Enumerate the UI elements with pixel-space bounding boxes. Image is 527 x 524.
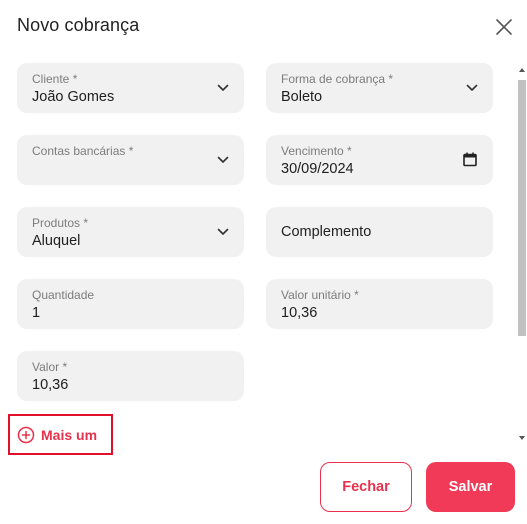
add-more-label: Mais um — [41, 426, 98, 443]
chevron-down-icon — [466, 84, 478, 91]
cliente-label: Cliente * — [32, 72, 78, 86]
chevron-down-icon — [217, 156, 229, 163]
close-icon[interactable] — [494, 17, 514, 37]
contas-bancarias-select[interactable]: Contas bancárias * — [17, 135, 244, 185]
forma-cobranca-label: Forma de cobrança * — [281, 72, 394, 86]
vencimento-date-input[interactable]: Vencimento * 30/09/2024 — [266, 135, 493, 185]
valor-unitario-label: Valor unitário * — [281, 288, 359, 302]
valor-unitario-value: 10,36 — [281, 305, 318, 321]
valor-label: Valor * — [32, 360, 68, 374]
complemento-placeholder: Complemento — [281, 224, 372, 240]
add-more-button[interactable]: Mais um — [8, 414, 113, 455]
produtos-label: Produtos * — [32, 216, 89, 230]
close-button[interactable] — [494, 17, 514, 37]
quantidade-label: Quantidade — [32, 288, 95, 302]
produtos-select[interactable]: Produtos * Aluquel — [17, 207, 244, 257]
contas-bancarias-label: Contas bancárias * — [32, 144, 134, 158]
plus-circle-icon — [17, 426, 35, 443]
quantidade-value: 1 — [32, 305, 41, 321]
complemento-input[interactable]: Complemento — [266, 207, 493, 257]
chevron-down-icon — [217, 84, 229, 91]
cliente-value: João Gomes — [32, 89, 115, 105]
chevron-down-icon — [217, 228, 229, 235]
forma-cobranca-value: Boleto — [281, 89, 323, 105]
quantidade-input[interactable]: Quantidade 1 — [17, 279, 244, 329]
vencimento-value: 30/09/2024 — [281, 161, 354, 177]
modal-title: Novo cobrança — [17, 15, 140, 35]
calendar-icon[interactable] — [463, 152, 477, 167]
valor-input[interactable]: Valor * 10,36 — [17, 351, 244, 401]
forma-cobranca-select[interactable]: Forma de cobrança * Boleto — [266, 63, 493, 113]
vertical-scrollbar[interactable] — [517, 62, 527, 444]
scrollbar-thumb[interactable] — [518, 80, 526, 336]
produtos-value: Aluquel — [32, 233, 81, 249]
vencimento-label: Vencimento * — [281, 144, 352, 158]
cliente-select[interactable]: Cliente * João Gomes — [17, 63, 244, 113]
valor-value: 10,36 — [32, 377, 69, 393]
close-form-button[interactable]: Fechar — [320, 462, 412, 512]
scroll-down-arrow-icon[interactable] — [519, 436, 525, 440]
valor-unitario-input[interactable]: Valor unitário * 10,36 — [266, 279, 493, 329]
form-scroll-area[interactable]: Cliente * João Gomes Forma de cobrança *… — [0, 56, 515, 444]
scroll-up-arrow-icon[interactable] — [519, 68, 525, 72]
save-button[interactable]: Salvar — [426, 462, 515, 512]
